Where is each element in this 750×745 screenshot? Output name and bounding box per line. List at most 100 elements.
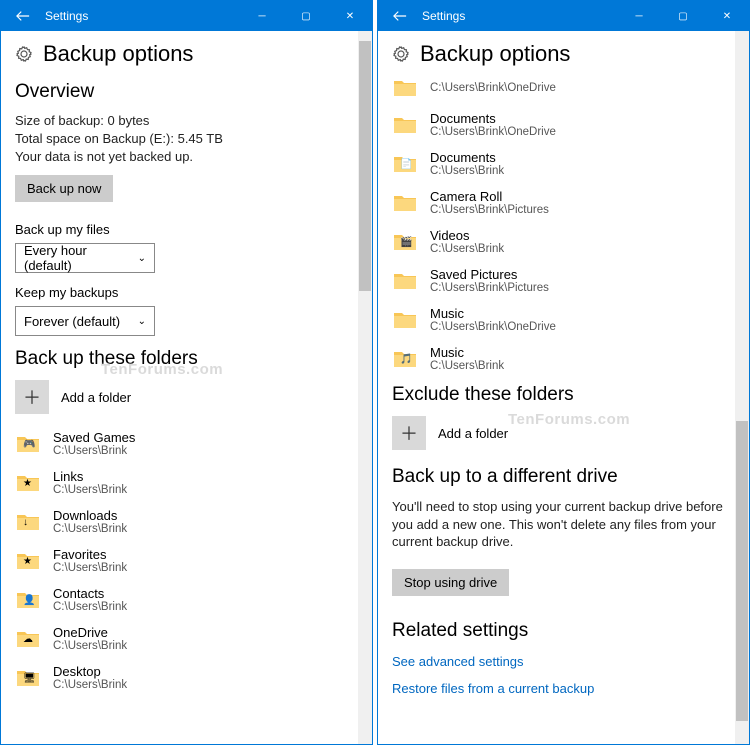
back-button[interactable] — [1, 1, 45, 31]
maximize-button[interactable]: ▢ — [284, 1, 328, 31]
folder-name: Favorites — [53, 547, 127, 562]
settings-window-left: Settings ─ ▢ ✕ Backup options Overview S… — [0, 0, 373, 745]
add-folder-label: Add a folder — [438, 426, 508, 441]
close-button[interactable]: ✕ — [328, 1, 372, 31]
folder-path: C:\Users\Brink\Pictures — [430, 204, 549, 216]
folder-path: C:\Users\Brink — [430, 165, 504, 177]
folder-item[interactable]: C:\Users\Brink\OneDrive — [392, 77, 731, 99]
folder-path: C:\Users\Brink\OneDrive — [430, 82, 556, 94]
total-space: Total space on Backup (E:): 5.45 TB — [15, 131, 354, 146]
folder-star-icon: ★ — [15, 472, 41, 494]
page-title: Backup options — [43, 41, 193, 67]
plus-icon: ＋ — [392, 416, 426, 450]
folder-gamepad-icon: 🎮 — [15, 433, 41, 455]
folder-name: OneDrive — [53, 625, 127, 640]
folder-desktop-icon: 🖥 — [15, 667, 41, 689]
folder-item[interactable]: Music C:\Users\Brink\OneDrive — [392, 306, 731, 333]
folder-name: Downloads — [53, 508, 127, 523]
backup-folders-heading: Back up these folders — [15, 348, 354, 370]
folder-star-icon: ★ — [15, 550, 41, 572]
folder-name: Contacts — [53, 586, 127, 601]
folder-item[interactable]: ★ Links C:\Users\Brink — [15, 469, 354, 496]
titlebar: Settings ─ ▢ ✕ — [1, 1, 372, 31]
window-title: Settings — [45, 9, 240, 23]
chevron-down-icon: ⌄ — [138, 316, 146, 327]
advanced-settings-link[interactable]: See advanced settings — [392, 654, 731, 669]
folder-item[interactable]: ↓ Downloads C:\Users\Brink — [15, 508, 354, 535]
folder-path: C:\Users\Brink\OneDrive — [430, 321, 556, 333]
close-button[interactable]: ✕ — [705, 1, 749, 31]
page-title: Backup options — [420, 41, 570, 67]
folder-path: C:\Users\Brink — [53, 601, 127, 613]
different-drive-heading: Back up to a different drive — [392, 466, 731, 488]
gear-icon — [15, 45, 33, 63]
folder-path: C:\Users\Brink — [430, 360, 504, 372]
plus-icon: ＋ — [15, 380, 49, 414]
add-folder-label: Add a folder — [61, 390, 131, 405]
titlebar: Settings ─ ▢ ✕ — [378, 1, 749, 31]
settings-window-right: Settings ─ ▢ ✕ Backup options C:\Users\B… — [377, 0, 750, 745]
folder-name: Documents — [430, 150, 504, 165]
folder-item[interactable]: Saved Pictures C:\Users\Brink\Pictures — [392, 267, 731, 294]
size-of-backup: Size of backup: 0 bytes — [15, 113, 354, 128]
folder-item[interactable]: 🎵 Music C:\Users\Brink — [392, 345, 731, 372]
folder-name: Camera Roll — [430, 189, 549, 204]
minimize-button[interactable]: ─ — [240, 1, 284, 31]
window-title: Settings — [422, 9, 617, 23]
retention-value: Forever (default) — [24, 314, 120, 329]
folder-item[interactable]: Documents C:\Users\Brink\OneDrive — [392, 111, 731, 138]
folder-music-icon: 🎵 — [392, 348, 418, 370]
folder-name: Links — [53, 469, 127, 484]
retention-label: Keep my backups — [15, 285, 354, 300]
folder-video-icon: 🎬 — [392, 231, 418, 253]
frequency-label: Back up my files — [15, 222, 354, 237]
minimize-button[interactable]: ─ — [617, 1, 661, 31]
folder-item[interactable]: ★ Favorites C:\Users\Brink — [15, 547, 354, 574]
folder-path: C:\Users\Brink — [53, 484, 127, 496]
backup-status: Your data is not yet backed up. — [15, 149, 354, 164]
gear-icon — [392, 45, 410, 63]
folder-icon — [392, 270, 418, 292]
folder-path: C:\Users\Brink — [53, 562, 127, 574]
folder-name: Videos — [430, 228, 504, 243]
folder-item[interactable]: ☁ OneDrive C:\Users\Brink — [15, 625, 354, 652]
maximize-button[interactable]: ▢ — [661, 1, 705, 31]
folder-item[interactable]: 🎬 Videos C:\Users\Brink — [392, 228, 731, 255]
back-button[interactable] — [378, 1, 422, 31]
folder-path: C:\Users\Brink — [53, 523, 127, 535]
folder-name: Music — [430, 345, 504, 360]
back-up-now-button[interactable]: Back up now — [15, 175, 113, 202]
folder-name: Saved Games — [53, 430, 135, 445]
folder-item[interactable]: 🎮 Saved Games C:\Users\Brink — [15, 430, 354, 457]
folder-doc-icon: 📄 — [392, 153, 418, 175]
folder-path: C:\Users\Brink\OneDrive — [430, 126, 556, 138]
restore-files-link[interactable]: Restore files from a current backup — [392, 681, 731, 696]
stop-using-drive-button[interactable]: Stop using drive — [392, 569, 509, 596]
retention-dropdown[interactable]: Forever (default) ⌄ — [15, 306, 155, 336]
folder-icon — [392, 77, 418, 99]
folder-item[interactable]: 🖥 Desktop C:\Users\Brink — [15, 664, 354, 691]
folder-name: Music — [430, 306, 556, 321]
folder-item[interactable]: Camera Roll C:\Users\Brink\Pictures — [392, 189, 731, 216]
folder-icon — [392, 309, 418, 331]
folder-path: C:\Users\Brink — [53, 640, 127, 652]
related-settings-heading: Related settings — [392, 620, 731, 642]
folder-icon — [392, 192, 418, 214]
folder-path: C:\Users\Brink — [53, 679, 127, 691]
folder-cloud-icon: ☁ — [15, 628, 41, 650]
folder-path: C:\Users\Brink — [430, 243, 504, 255]
add-folder-button[interactable]: ＋ Add a folder — [15, 380, 354, 414]
folder-name: Documents — [430, 111, 556, 126]
frequency-dropdown[interactable]: Every hour (default) ⌄ — [15, 243, 155, 273]
exclude-folders-heading: Exclude these folders — [392, 384, 731, 406]
folder-item[interactable]: 📄 Documents C:\Users\Brink — [392, 150, 731, 177]
chevron-down-icon: ⌄ — [138, 253, 146, 264]
add-exclude-folder-button[interactable]: ＋ Add a folder — [392, 416, 731, 450]
folder-down-icon: ↓ — [15, 511, 41, 533]
folder-icon — [392, 114, 418, 136]
folder-name: Saved Pictures — [430, 267, 549, 282]
folder-contact-icon: 👤 — [15, 589, 41, 611]
folder-path: C:\Users\Brink\Pictures — [430, 282, 549, 294]
overview-heading: Overview — [15, 81, 354, 103]
folder-item[interactable]: 👤 Contacts C:\Users\Brink — [15, 586, 354, 613]
